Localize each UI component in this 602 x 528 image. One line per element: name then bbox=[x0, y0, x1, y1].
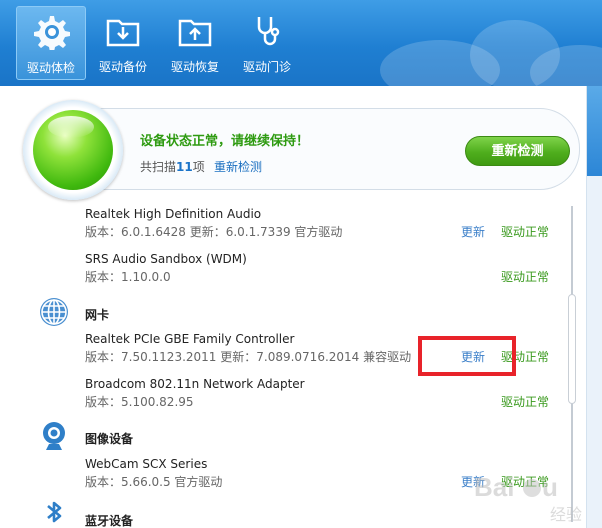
nav-driver-backup[interactable]: 驱动备份 bbox=[88, 6, 158, 80]
category-imaging: 图像设备 bbox=[85, 432, 134, 446]
driver-name: Broadcom 802.11n Network Adapter bbox=[85, 377, 305, 391]
top-toolbar: 驱动体检 驱动备份 驱动恢复 驱动门诊 bbox=[0, 0, 602, 86]
svg-text:u: u bbox=[542, 472, 558, 502]
status-message: 设备状态正常，请继续保持！ bbox=[140, 134, 310, 149]
bluetooth-icon bbox=[47, 501, 62, 523]
globe-icon bbox=[40, 298, 68, 326]
side-panel-edge bbox=[586, 86, 602, 528]
driver-version: 版本：1.10.0.0 bbox=[85, 270, 171, 284]
nav-label: 驱动备份 bbox=[98, 60, 147, 74]
driver-version: 版本：7.50.1123.2011 更新：7.089.0716.2014 兼容驱… bbox=[85, 350, 412, 364]
gear-icon bbox=[34, 16, 70, 50]
category-bluetooth: 蓝牙设备 bbox=[85, 514, 134, 528]
driver-version: 版本：6.0.1.6428 更新：6.0.1.7339 官方驱动 bbox=[85, 225, 343, 239]
nav-driver-checkup[interactable]: 驱动体检 bbox=[16, 6, 86, 80]
driver-name: Realtek High Definition Audio bbox=[85, 207, 262, 221]
driver-status: 驱动正常 bbox=[501, 225, 550, 239]
rescan-button[interactable]: 重新检测 bbox=[465, 136, 570, 166]
svg-text:经验: 经验 bbox=[550, 505, 582, 524]
driver-status: 驱动正常 bbox=[501, 270, 550, 284]
side-panel-accent bbox=[587, 86, 602, 176]
webcam-icon bbox=[43, 422, 65, 450]
scan-summary: 共扫描11项 bbox=[140, 158, 205, 175]
scan-prefix: 共扫描 bbox=[140, 160, 177, 174]
highlight-box bbox=[418, 336, 516, 376]
nav-driver-restore[interactable]: 驱动恢复 bbox=[160, 6, 230, 80]
nav-label: 驱动门诊 bbox=[242, 60, 291, 74]
driver-version: 版本：5.100.82.95 bbox=[85, 395, 194, 409]
driver-version: 版本：5.66.0.5 官方驱动 bbox=[85, 475, 223, 489]
scan-suffix: 项 bbox=[192, 160, 205, 174]
status-orb-shine bbox=[48, 116, 94, 138]
driver-status: 驱动正常 bbox=[501, 395, 550, 409]
driver-name: WebCam SCX Series bbox=[85, 457, 208, 471]
svg-text:Bai: Bai bbox=[474, 472, 514, 502]
scrollbar-thumb[interactable] bbox=[568, 294, 576, 404]
nav-driver-clinic[interactable]: 驱动门诊 bbox=[232, 6, 302, 80]
folder-download-icon bbox=[106, 19, 140, 47]
driver-name: Realtek PCIe GBE Family Controller bbox=[85, 332, 295, 346]
baidu-watermark: Bai u 经验 bbox=[474, 472, 582, 524]
scan-count: 11 bbox=[176, 160, 193, 174]
rescan-link[interactable]: 重新检测 bbox=[214, 158, 262, 175]
update-link[interactable]: 更新 bbox=[461, 223, 485, 240]
folder-upload-icon bbox=[178, 19, 212, 47]
driver-name: SRS Audio Sandbox (WDM) bbox=[85, 252, 247, 266]
stethoscope-icon bbox=[257, 17, 280, 46]
nav-label: 驱动体检 bbox=[26, 61, 75, 75]
nav-label: 驱动恢复 bbox=[170, 60, 219, 74]
category-network: 网卡 bbox=[85, 308, 110, 322]
